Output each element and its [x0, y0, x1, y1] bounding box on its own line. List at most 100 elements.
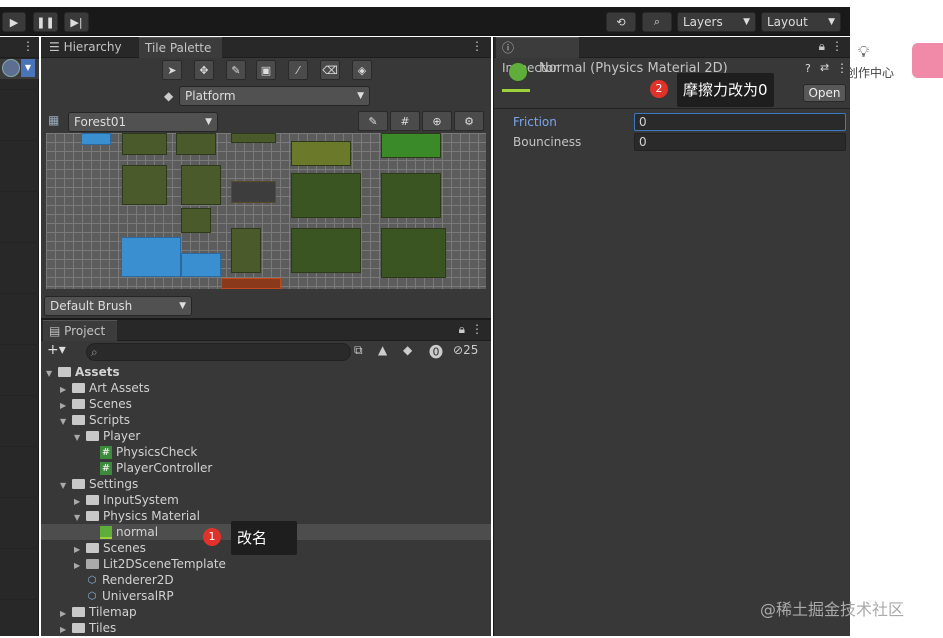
inspector-panel: ⓘ Inspector 🔒︎ ⋮ Normal (Physics Materia…	[493, 37, 851, 636]
tile-menu-icon[interactable]: ⋮	[471, 39, 483, 53]
tree-item[interactable]: ▶ Lit2DSceneTemplate	[41, 556, 491, 572]
tree-item[interactable]: ▼ Player	[41, 428, 491, 444]
palette-icon: ▦	[48, 113, 60, 127]
inspector-divider	[494, 108, 851, 109]
tree-item[interactable]: ▼ Assets	[41, 364, 491, 380]
folder-icon	[58, 366, 71, 377]
water-tile	[121, 237, 181, 277]
folder-icon	[72, 606, 85, 617]
project-menu-icon[interactable]: ⋮	[471, 322, 483, 336]
main-toolbar: ▶ ❚❚ ▶| ⟲ ⌕ Layers ▼ Layout ▼	[0, 7, 850, 36]
ground-tile	[122, 133, 167, 155]
bridge-tile	[231, 181, 276, 203]
eraser-icon[interactable]: ⌫	[320, 60, 340, 80]
tree-item[interactable]: ▶ Art Assets	[41, 380, 491, 396]
right-browser-panel: 💡︎ 创作中心	[850, 0, 943, 636]
layers-dropdown[interactable]: Layers ▼	[677, 12, 756, 32]
step-icon[interactable]: ▶|	[64, 12, 89, 32]
move-tool-icon[interactable]: ✥	[194, 60, 214, 80]
tree-item-label: Scripts	[89, 413, 131, 427]
pause-icon[interactable]: ❚❚	[33, 12, 58, 32]
tab-project[interactable]: ▤ Project	[43, 320, 117, 341]
upload-button[interactable]	[912, 43, 943, 78]
tab-tile-palette[interactable]: Tile Palette	[139, 37, 222, 58]
tree-item[interactable]: ⬡ UniversalRP	[41, 588, 491, 604]
tree-item-label: UniversalRP	[102, 589, 174, 603]
grid-icon[interactable]: #	[390, 111, 420, 131]
friction-label: Friction	[513, 115, 557, 129]
lock-icon[interactable]: 🔒︎	[459, 322, 465, 337]
bounciness-field[interactable]: 0	[634, 133, 846, 151]
hidden-count-icon[interactable]: ⊘25	[453, 343, 478, 357]
filter-icon[interactable]: ▲	[378, 343, 387, 357]
inspector-lock-icon[interactable]: 🔒︎	[819, 39, 825, 54]
gizmo-icon[interactable]: ⊕	[422, 111, 452, 131]
tree-item-label: Renderer2D	[102, 573, 174, 587]
folder-icon	[72, 398, 85, 409]
tree-item[interactable]: ⬡ Renderer2D	[41, 572, 491, 588]
grass-tile	[381, 133, 441, 158]
history-icon[interactable]: ⟲	[606, 12, 636, 32]
menu-dots-icon[interactable]: ⋮	[22, 39, 34, 53]
settings-icon[interactable]: ⚙	[454, 111, 484, 131]
watermark: @稀土掘金技术社区	[760, 600, 905, 619]
annotation-badge-1: 1	[203, 528, 221, 546]
water-tile	[181, 253, 221, 277]
tree-item-label: Player	[103, 429, 141, 443]
layers-icon: ◆	[164, 89, 174, 103]
tree-item-label: Art Assets	[89, 381, 150, 395]
search-by-type-icon[interactable]: ⧉	[354, 343, 363, 358]
box-fill-icon[interactable]: ▣	[256, 60, 276, 80]
top-margin	[0, 0, 850, 7]
scene-panel-strip: ⋮ ▼	[0, 37, 39, 636]
tree-item[interactable]: ▶ InputSystem	[41, 492, 491, 508]
ground-tile	[231, 133, 276, 143]
edit-palette-icon[interactable]: ✎	[358, 111, 388, 131]
scene-template-icon	[86, 558, 99, 569]
search-icon: ⌕	[91, 345, 98, 359]
tile-palette-grid[interactable]	[46, 133, 486, 289]
friction-field[interactable]: 0	[634, 113, 846, 131]
tree-item[interactable]: ▶ Tilemap	[41, 604, 491, 620]
context-menu-icon[interactable]: ⋮	[836, 61, 848, 75]
picker-icon[interactable]: ⁄	[288, 60, 308, 80]
search-icon[interactable]: ⌕	[642, 12, 672, 32]
bounciness-label: Bounciness	[513, 135, 582, 149]
brush-dropdown[interactable]: Default Brush ▼	[44, 296, 192, 316]
add-icon[interactable]: +▾	[47, 342, 66, 358]
palette-dropdown[interactable]: Forest01 ▼	[68, 112, 218, 132]
annotation-callout-2: 摩擦力改为0	[677, 73, 774, 107]
tile-tab-bar: ☰ Hierarchy Tile Palette ⋮	[41, 37, 491, 58]
slope-tile	[291, 228, 361, 273]
select-tool-icon[interactable]: ➤	[162, 60, 182, 80]
inspector-menu-icon[interactable]: ⋮	[831, 39, 843, 53]
tree-item[interactable]: ▼ Scripts	[41, 412, 491, 428]
project-search-input[interactable]: ⌕	[86, 343, 351, 361]
active-tilemap-dropdown[interactable]: Platform ▼	[179, 86, 370, 106]
ground-tile	[176, 133, 216, 155]
open-button[interactable]: Open	[803, 84, 846, 102]
tree-item[interactable]: ▼ Settings	[41, 476, 491, 492]
tab-hierarchy[interactable]: ☰ Hierarchy	[43, 37, 128, 58]
tree-item-label: Tiles	[89, 621, 117, 635]
creator-center-link[interactable]: 创作中心	[850, 64, 894, 81]
folder-icon	[86, 542, 99, 553]
tree-item-label: InputSystem	[103, 493, 179, 507]
tree-item[interactable]: # PlayerController	[41, 460, 491, 476]
tree-item[interactable]: ▶ Scenes	[41, 396, 491, 412]
preset-icon[interactable]: ⇄	[820, 61, 829, 74]
fill-icon[interactable]: ◈	[352, 60, 372, 80]
hidden-count: 25	[463, 343, 479, 357]
tree-item[interactable]: # PhysicsCheck	[41, 444, 491, 460]
folder-icon	[72, 622, 85, 633]
help-icon[interactable]: ?	[805, 62, 811, 75]
play-icon[interactable]: ▶	[2, 12, 26, 32]
paint-tool-icon[interactable]: ✎	[226, 60, 246, 80]
warning-icon[interactable]: ⓿	[429, 342, 443, 362]
label-icon[interactable]: ◆	[403, 343, 412, 357]
layout-dropdown[interactable]: Layout ▼	[761, 12, 841, 32]
lightbulb-icon[interactable]: 💡︎	[858, 42, 869, 62]
folder-icon	[72, 478, 85, 489]
tab-inspector[interactable]: ⓘ Inspector	[496, 37, 579, 75]
tree-item[interactable]: ▶ Tiles	[41, 620, 491, 636]
